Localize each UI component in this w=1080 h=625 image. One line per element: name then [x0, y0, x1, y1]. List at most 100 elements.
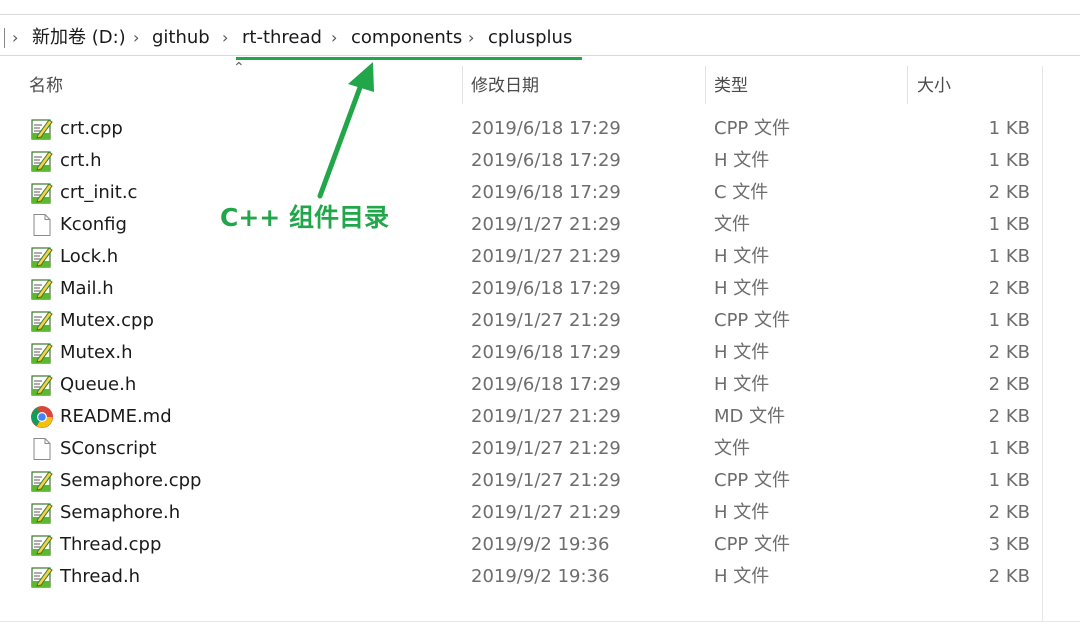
file-modified-date: 2019/6/18 17:29: [471, 278, 621, 299]
file-modified-date: 2019/6/18 17:29: [471, 182, 621, 203]
file-size: 3 KB: [988, 534, 1030, 555]
breadcrumb-components[interactable]: components: [351, 26, 462, 50]
column-header-size[interactable]: 大小: [917, 74, 951, 98]
source-file-icon: [30, 277, 54, 301]
file-modified-date: 2019/1/27 21:29: [471, 470, 621, 491]
source-file-icon: [30, 533, 54, 557]
annotation-label: C++ 组件目录: [220, 203, 389, 232]
file-row[interactable]: Queue.h 2019/6/18 17:29 H 文件 2 KB: [0, 370, 1080, 402]
chevron-right-icon[interactable]: ›: [133, 26, 139, 50]
file-row[interactable]: Mail.h 2019/6/18 17:29 H 文件 2 KB: [0, 274, 1080, 306]
breadcrumb-github[interactable]: github: [152, 26, 210, 50]
column-header-date[interactable]: 修改日期: [471, 74, 539, 98]
file-name: Thread.cpp: [60, 534, 162, 555]
column-divider: [1042, 66, 1043, 621]
file-modified-date: 2019/1/27 21:29: [471, 246, 621, 267]
file-type: 文件: [714, 214, 750, 235]
column-divider[interactable]: [462, 66, 463, 104]
file-type: 文件: [714, 438, 750, 459]
file-type: CPP 文件: [714, 118, 790, 139]
blank-file-icon: [30, 437, 54, 461]
file-size: 1 KB: [988, 214, 1030, 235]
file-row[interactable]: Mutex.h 2019/6/18 17:29 H 文件 2 KB: [0, 338, 1080, 370]
file-size: 1 KB: [988, 150, 1030, 171]
file-row[interactable]: crt_init.c 2019/6/18 17:29 C 文件 2 KB: [0, 178, 1080, 210]
file-size: 1 KB: [988, 310, 1030, 331]
list-bottom-edge: [0, 621, 1080, 622]
file-size: 2 KB: [988, 374, 1030, 395]
file-row[interactable]: README.md 2019/1/27 21:29 MD 文件 2 KB: [0, 402, 1080, 434]
source-file-icon: [30, 181, 54, 205]
file-name: SConscript: [60, 438, 157, 459]
file-size: 2 KB: [988, 566, 1030, 587]
column-divider[interactable]: [907, 66, 908, 104]
file-row[interactable]: Mutex.cpp 2019/1/27 21:29 CPP 文件 1 KB: [0, 306, 1080, 338]
file-size: 1 KB: [988, 118, 1030, 139]
file-type: CPP 文件: [714, 310, 790, 331]
file-name: Mutex.cpp: [60, 310, 154, 331]
breadcrumb-cplusplus[interactable]: cplusplus: [488, 26, 572, 50]
file-row[interactable]: Kconfig 2019/1/27 21:29 文件 1 KB: [0, 210, 1080, 242]
blank-file-icon: [30, 213, 54, 237]
chevron-right-icon[interactable]: ›: [222, 26, 228, 50]
source-file-icon: [30, 309, 54, 333]
file-modified-date: 2019/9/2 19:36: [471, 566, 610, 587]
file-type: H 文件: [714, 278, 770, 299]
file-name: Kconfig: [60, 214, 127, 235]
file-size: 2 KB: [988, 278, 1030, 299]
file-type: H 文件: [714, 502, 770, 523]
file-modified-date: 2019/6/18 17:29: [471, 118, 621, 139]
file-size: 1 KB: [988, 470, 1030, 491]
file-type: H 文件: [714, 246, 770, 267]
column-divider[interactable]: [705, 66, 706, 104]
file-modified-date: 2019/6/18 17:29: [471, 342, 621, 363]
file-row[interactable]: crt.cpp 2019/6/18 17:29 CPP 文件 1 KB: [0, 114, 1080, 146]
file-row[interactable]: crt.h 2019/6/18 17:29 H 文件 1 KB: [0, 146, 1080, 178]
file-modified-date: 2019/9/2 19:36: [471, 534, 610, 555]
column-header-row: 名称 修改日期 类型 大小: [0, 66, 1080, 106]
file-type: CPP 文件: [714, 470, 790, 491]
file-size: 1 KB: [988, 246, 1030, 267]
file-modified-date: 2019/1/27 21:29: [471, 438, 621, 459]
file-type: H 文件: [714, 566, 770, 587]
chevron-right-icon[interactable]: ›: [331, 26, 337, 50]
file-name: Mail.h: [60, 278, 114, 299]
file-name: Lock.h: [60, 246, 119, 267]
file-type: CPP 文件: [714, 534, 790, 555]
file-name: Thread.h: [60, 566, 141, 587]
file-name: Semaphore.h: [60, 502, 181, 523]
file-size: 2 KB: [988, 406, 1030, 427]
address-bar[interactable]: › 新加卷 (D:) › github › rt-thread › compon…: [0, 15, 1080, 56]
chevron-right-icon[interactable]: ›: [468, 26, 474, 50]
chevron-right-icon[interactable]: ›: [12, 26, 18, 50]
file-name: Semaphore.cpp: [60, 470, 202, 491]
file-row[interactable]: Semaphore.h 2019/1/27 21:29 H 文件 2 KB: [0, 498, 1080, 530]
column-header-type[interactable]: 类型: [714, 74, 748, 98]
file-name: Mutex.h: [60, 342, 133, 363]
file-type: MD 文件: [714, 406, 786, 427]
file-name: crt.h: [60, 150, 102, 171]
file-name: README.md: [60, 406, 172, 427]
source-file-icon: [30, 373, 54, 397]
file-name: Queue.h: [60, 374, 137, 395]
file-row[interactable]: Semaphore.cpp 2019/1/27 21:29 CPP 文件 1 KB: [0, 466, 1080, 498]
file-size: 1 KB: [988, 438, 1030, 459]
file-modified-date: 2019/1/27 21:29: [471, 502, 621, 523]
window-top-edge: [0, 0, 1080, 15]
file-size: 2 KB: [988, 502, 1030, 523]
file-size: 2 KB: [988, 342, 1030, 363]
address-bar-left-edge: [0, 28, 5, 48]
source-file-icon: [30, 245, 54, 269]
file-row[interactable]: Thread.cpp 2019/9/2 19:36 CPP 文件 3 KB: [0, 530, 1080, 562]
source-file-icon: [30, 149, 54, 173]
file-row[interactable]: Lock.h 2019/1/27 21:29 H 文件 1 KB: [0, 242, 1080, 274]
breadcrumb-rt-thread[interactable]: rt-thread: [242, 26, 322, 50]
file-modified-date: 2019/1/27 21:29: [471, 310, 621, 331]
file-row[interactable]: SConscript 2019/1/27 21:29 文件 1 KB: [0, 434, 1080, 466]
file-row[interactable]: Thread.h 2019/9/2 19:36 H 文件 2 KB: [0, 562, 1080, 594]
breadcrumb-drive[interactable]: 新加卷 (D:): [32, 26, 126, 50]
highlight-underline: [236, 57, 582, 60]
file-type: H 文件: [714, 150, 770, 171]
column-header-name[interactable]: 名称: [29, 74, 63, 98]
source-file-icon: [30, 565, 54, 589]
